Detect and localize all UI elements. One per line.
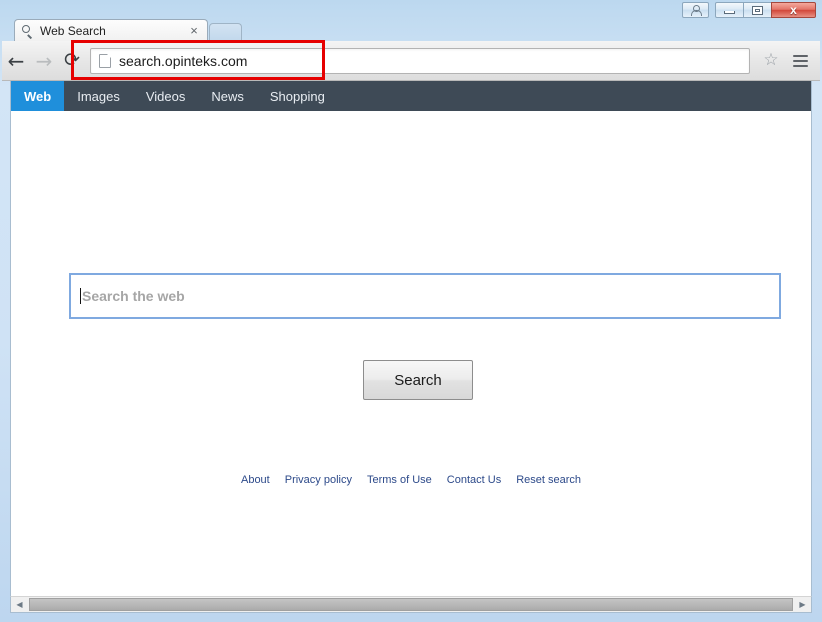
search-button[interactable]: Search [363, 360, 473, 400]
sitenav-item-videos[interactable]: Videos [133, 81, 199, 111]
sitenav-label: News [211, 88, 244, 104]
horizontal-scrollbar[interactable]: ◀ ▶ [10, 596, 812, 613]
browser-menu-button[interactable] [786, 47, 814, 75]
browser-tab[interactable]: Web Search × [14, 19, 208, 41]
tab-title: Web Search [40, 23, 106, 38]
sitenav-item-web[interactable]: Web [11, 81, 65, 111]
reload-button[interactable]: ⟳ [58, 47, 86, 75]
address-bar-url: search.opinteks.com [119, 52, 248, 69]
close-window-button[interactable]: x [771, 2, 816, 18]
sitenav-label: Images [77, 88, 120, 104]
user-profile-button[interactable] [682, 2, 709, 18]
site-navigation: Web Images Videos News Shopping [11, 81, 811, 111]
footer-link-contact-us[interactable]: Contact Us [447, 474, 501, 486]
hamburger-menu-icon [792, 54, 808, 57]
scroll-right-arrow-icon[interactable]: ▶ [794, 597, 811, 612]
user-icon [691, 5, 702, 16]
scroll-left-arrow-icon[interactable]: ◀ [11, 597, 28, 612]
search-input-placeholder: Search the web [82, 288, 185, 304]
hamburger-menu-icon [792, 64, 808, 67]
footer-link-privacy-policy[interactable]: Privacy policy [285, 474, 352, 486]
footer-link-reset-search[interactable]: Reset search [516, 474, 581, 486]
tab-favicon-search-icon [21, 24, 34, 37]
sitenav-item-shopping[interactable]: Shopping [257, 81, 338, 111]
page-body: Search the web Search About Privacy poli… [11, 111, 811, 596]
maximize-button[interactable] [743, 2, 772, 18]
forward-arrow-icon: → [35, 48, 53, 73]
new-tab-button[interactable] [209, 23, 242, 41]
star-icon: ☆ [763, 50, 779, 70]
browser-toolbar: ← → ⟳ search.opinteks.com ☆ [2, 41, 820, 81]
footer-links: About Privacy policy Terms of Use Contac… [11, 474, 811, 486]
tab-strip: Web Search × [0, 19, 822, 41]
address-bar[interactable]: search.opinteks.com [90, 47, 750, 74]
page-viewport: Web Images Videos News Shopping Search t… [10, 81, 812, 596]
close-icon: x [790, 3, 797, 17]
browser-window: x Web Search × ← → ⟳ search.opinteks.com [0, 0, 822, 622]
minimize-icon [724, 11, 735, 14]
forward-button[interactable]: → [30, 47, 58, 75]
footer-link-about[interactable]: About [241, 474, 270, 486]
maximize-icon [752, 5, 763, 15]
window-controls: x [682, 2, 816, 19]
sitenav-label: Shopping [269, 88, 325, 104]
footer-link-terms-of-use[interactable]: Terms of Use [367, 474, 432, 486]
title-bar: x [0, 0, 822, 19]
tab-close-icon[interactable]: × [187, 24, 201, 38]
scrollbar-thumb[interactable] [29, 598, 793, 611]
search-button-label: Search [394, 371, 442, 389]
hamburger-menu-icon [792, 59, 808, 62]
sitenav-item-news[interactable]: News [198, 81, 257, 111]
text-caret [80, 288, 81, 304]
search-input[interactable]: Search the web [69, 273, 781, 319]
sitenav-item-images[interactable]: Images [64, 81, 133, 111]
sitenav-label: Web [24, 88, 52, 104]
back-button[interactable]: ← [2, 47, 30, 75]
page-icon [99, 53, 111, 68]
minimize-button[interactable] [715, 2, 744, 18]
back-arrow-icon: ← [7, 48, 25, 73]
bookmark-button[interactable]: ☆ [758, 48, 784, 74]
reload-icon: ⟳ [64, 49, 80, 71]
sitenav-label: Videos [145, 88, 186, 104]
